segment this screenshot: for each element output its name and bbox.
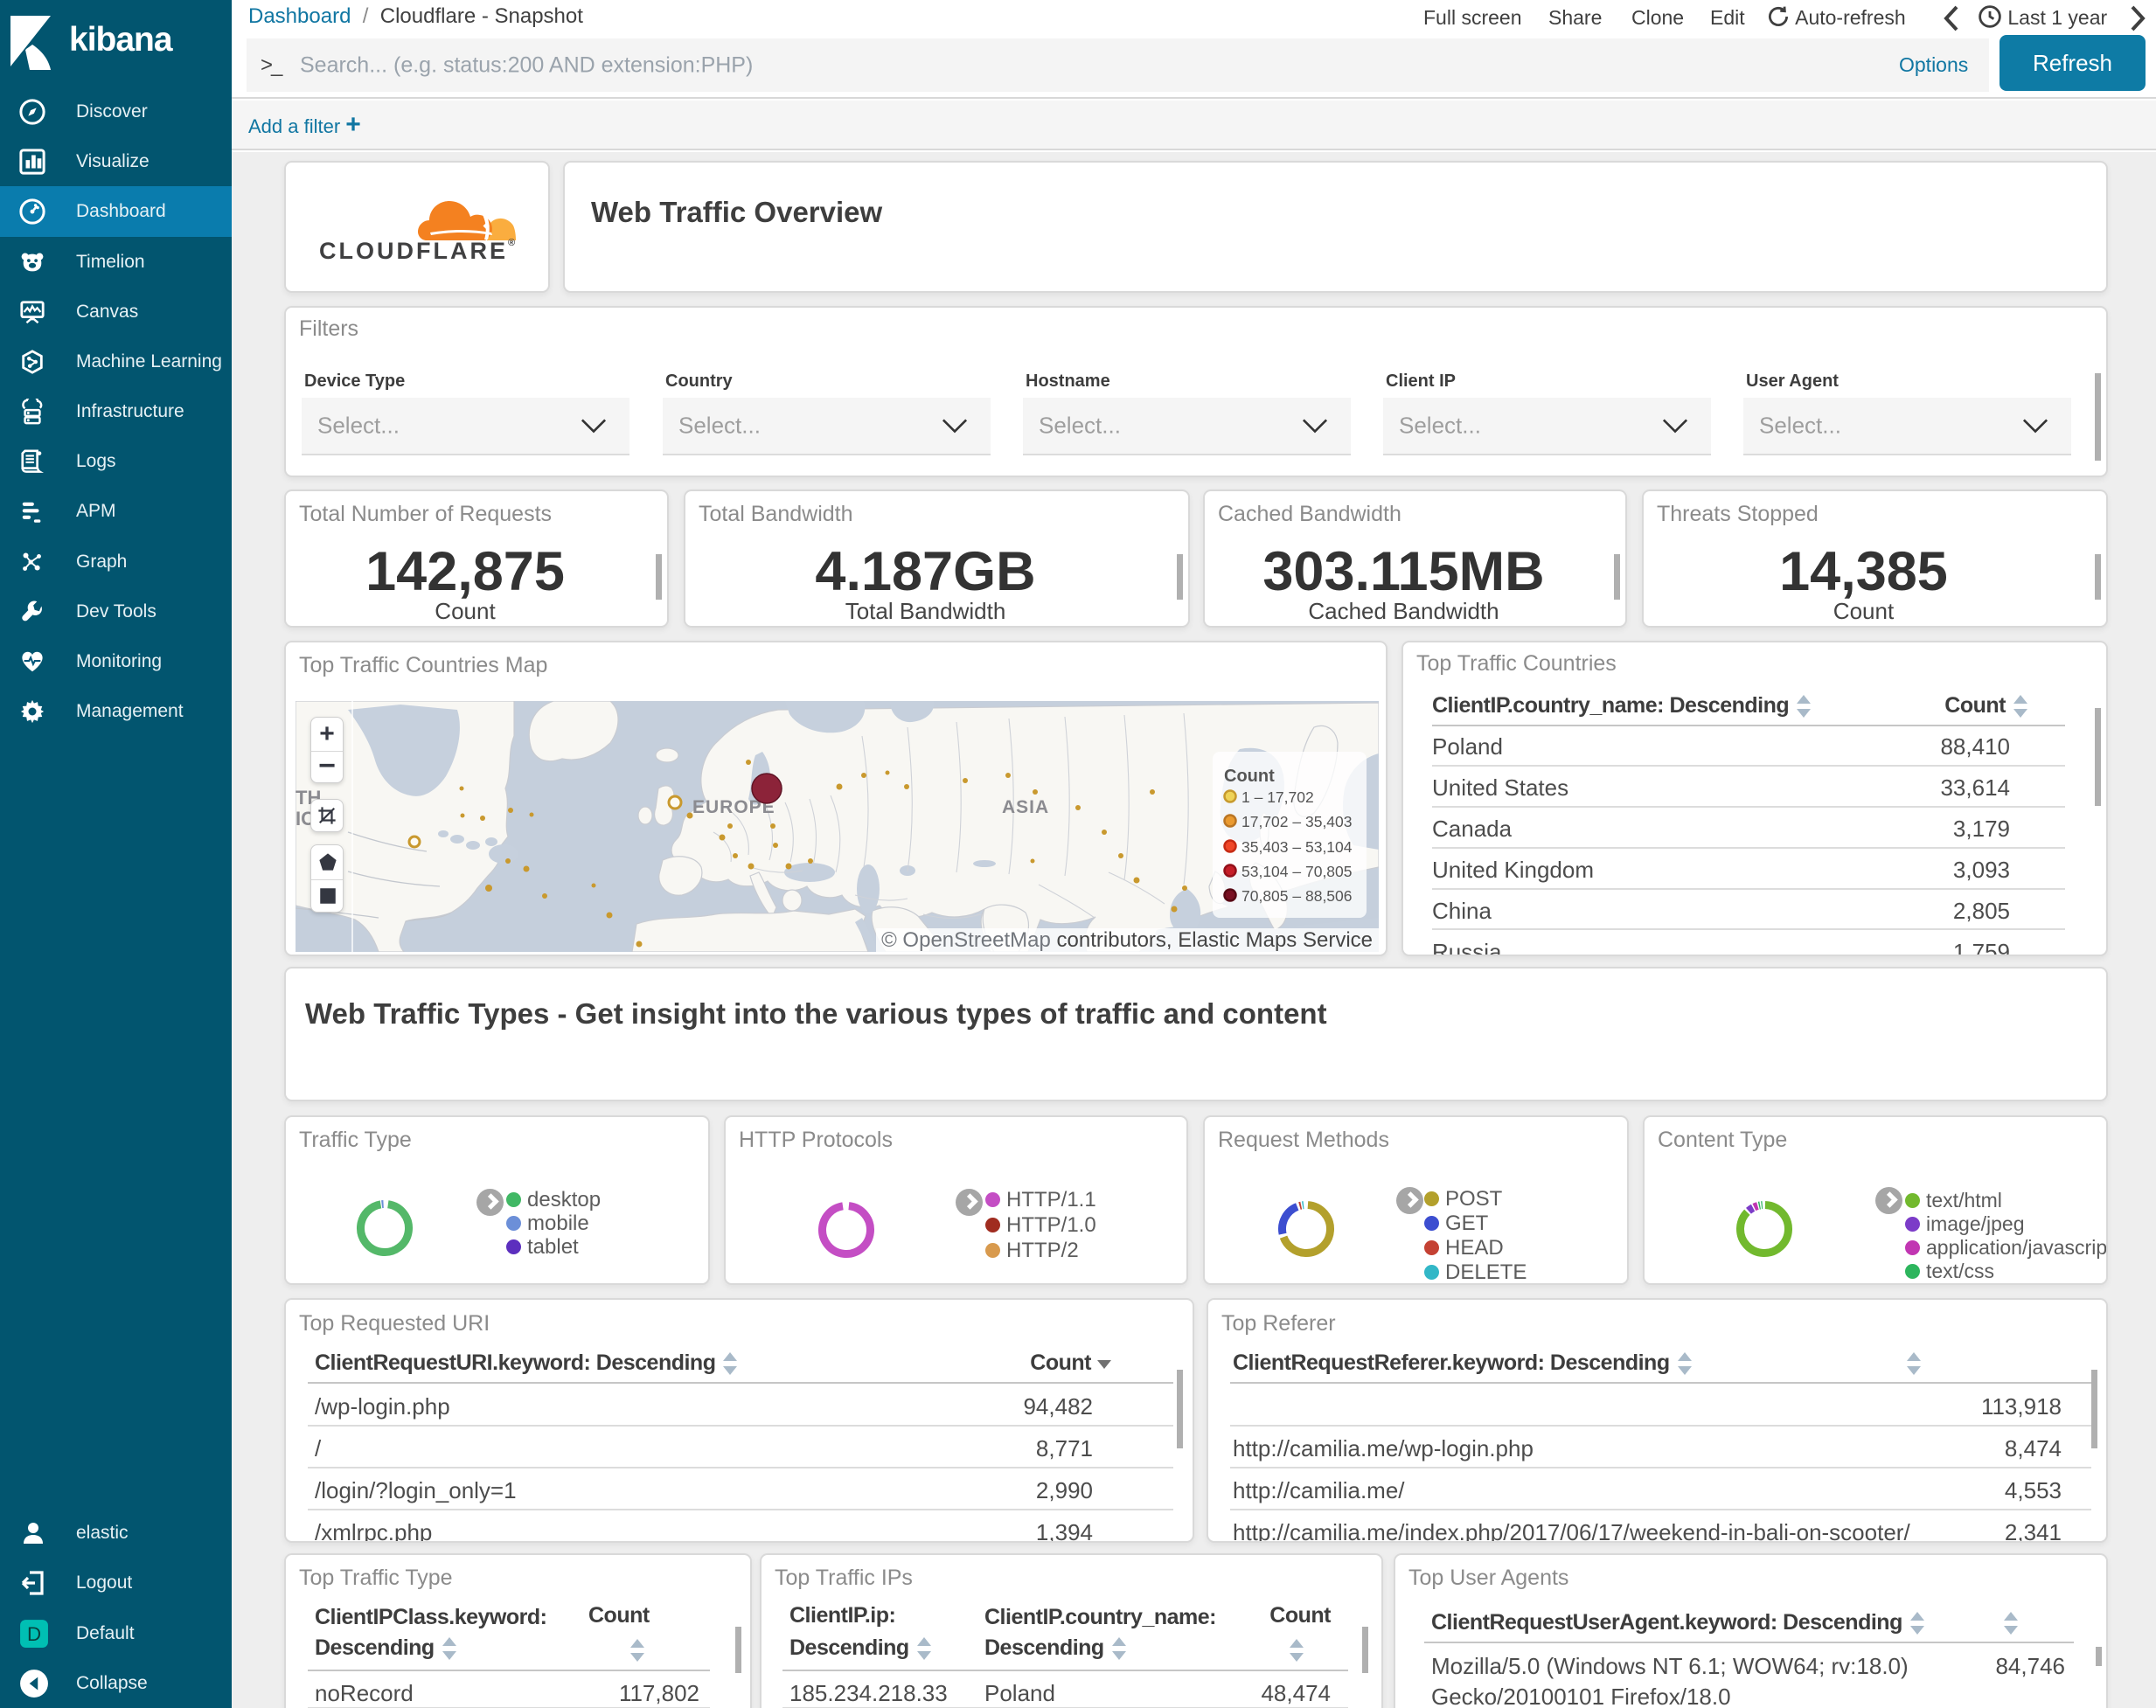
- svg-text:53,104 – 70,805: 53,104 – 70,805: [1241, 863, 1353, 880]
- svg-text:17,702 – 35,403: 17,702 – 35,403: [1241, 813, 1353, 830]
- svg-text:Count: Count: [1224, 767, 1275, 786]
- svg-text:70,805 – 88,506: 70,805 – 88,506: [1241, 887, 1353, 905]
- svg-text:D: D: [27, 1623, 41, 1645]
- svg-text:1 – 17,702: 1 – 17,702: [1241, 788, 1314, 806]
- svg-text:© OpenStreetMap contributors,: © OpenStreetMap contributors, Elastic Ma…: [881, 928, 1373, 952]
- svg-text:35,403 – 53,104: 35,403 – 53,104: [1241, 838, 1353, 856]
- svg-text:ASIA: ASIA: [1002, 797, 1049, 817]
